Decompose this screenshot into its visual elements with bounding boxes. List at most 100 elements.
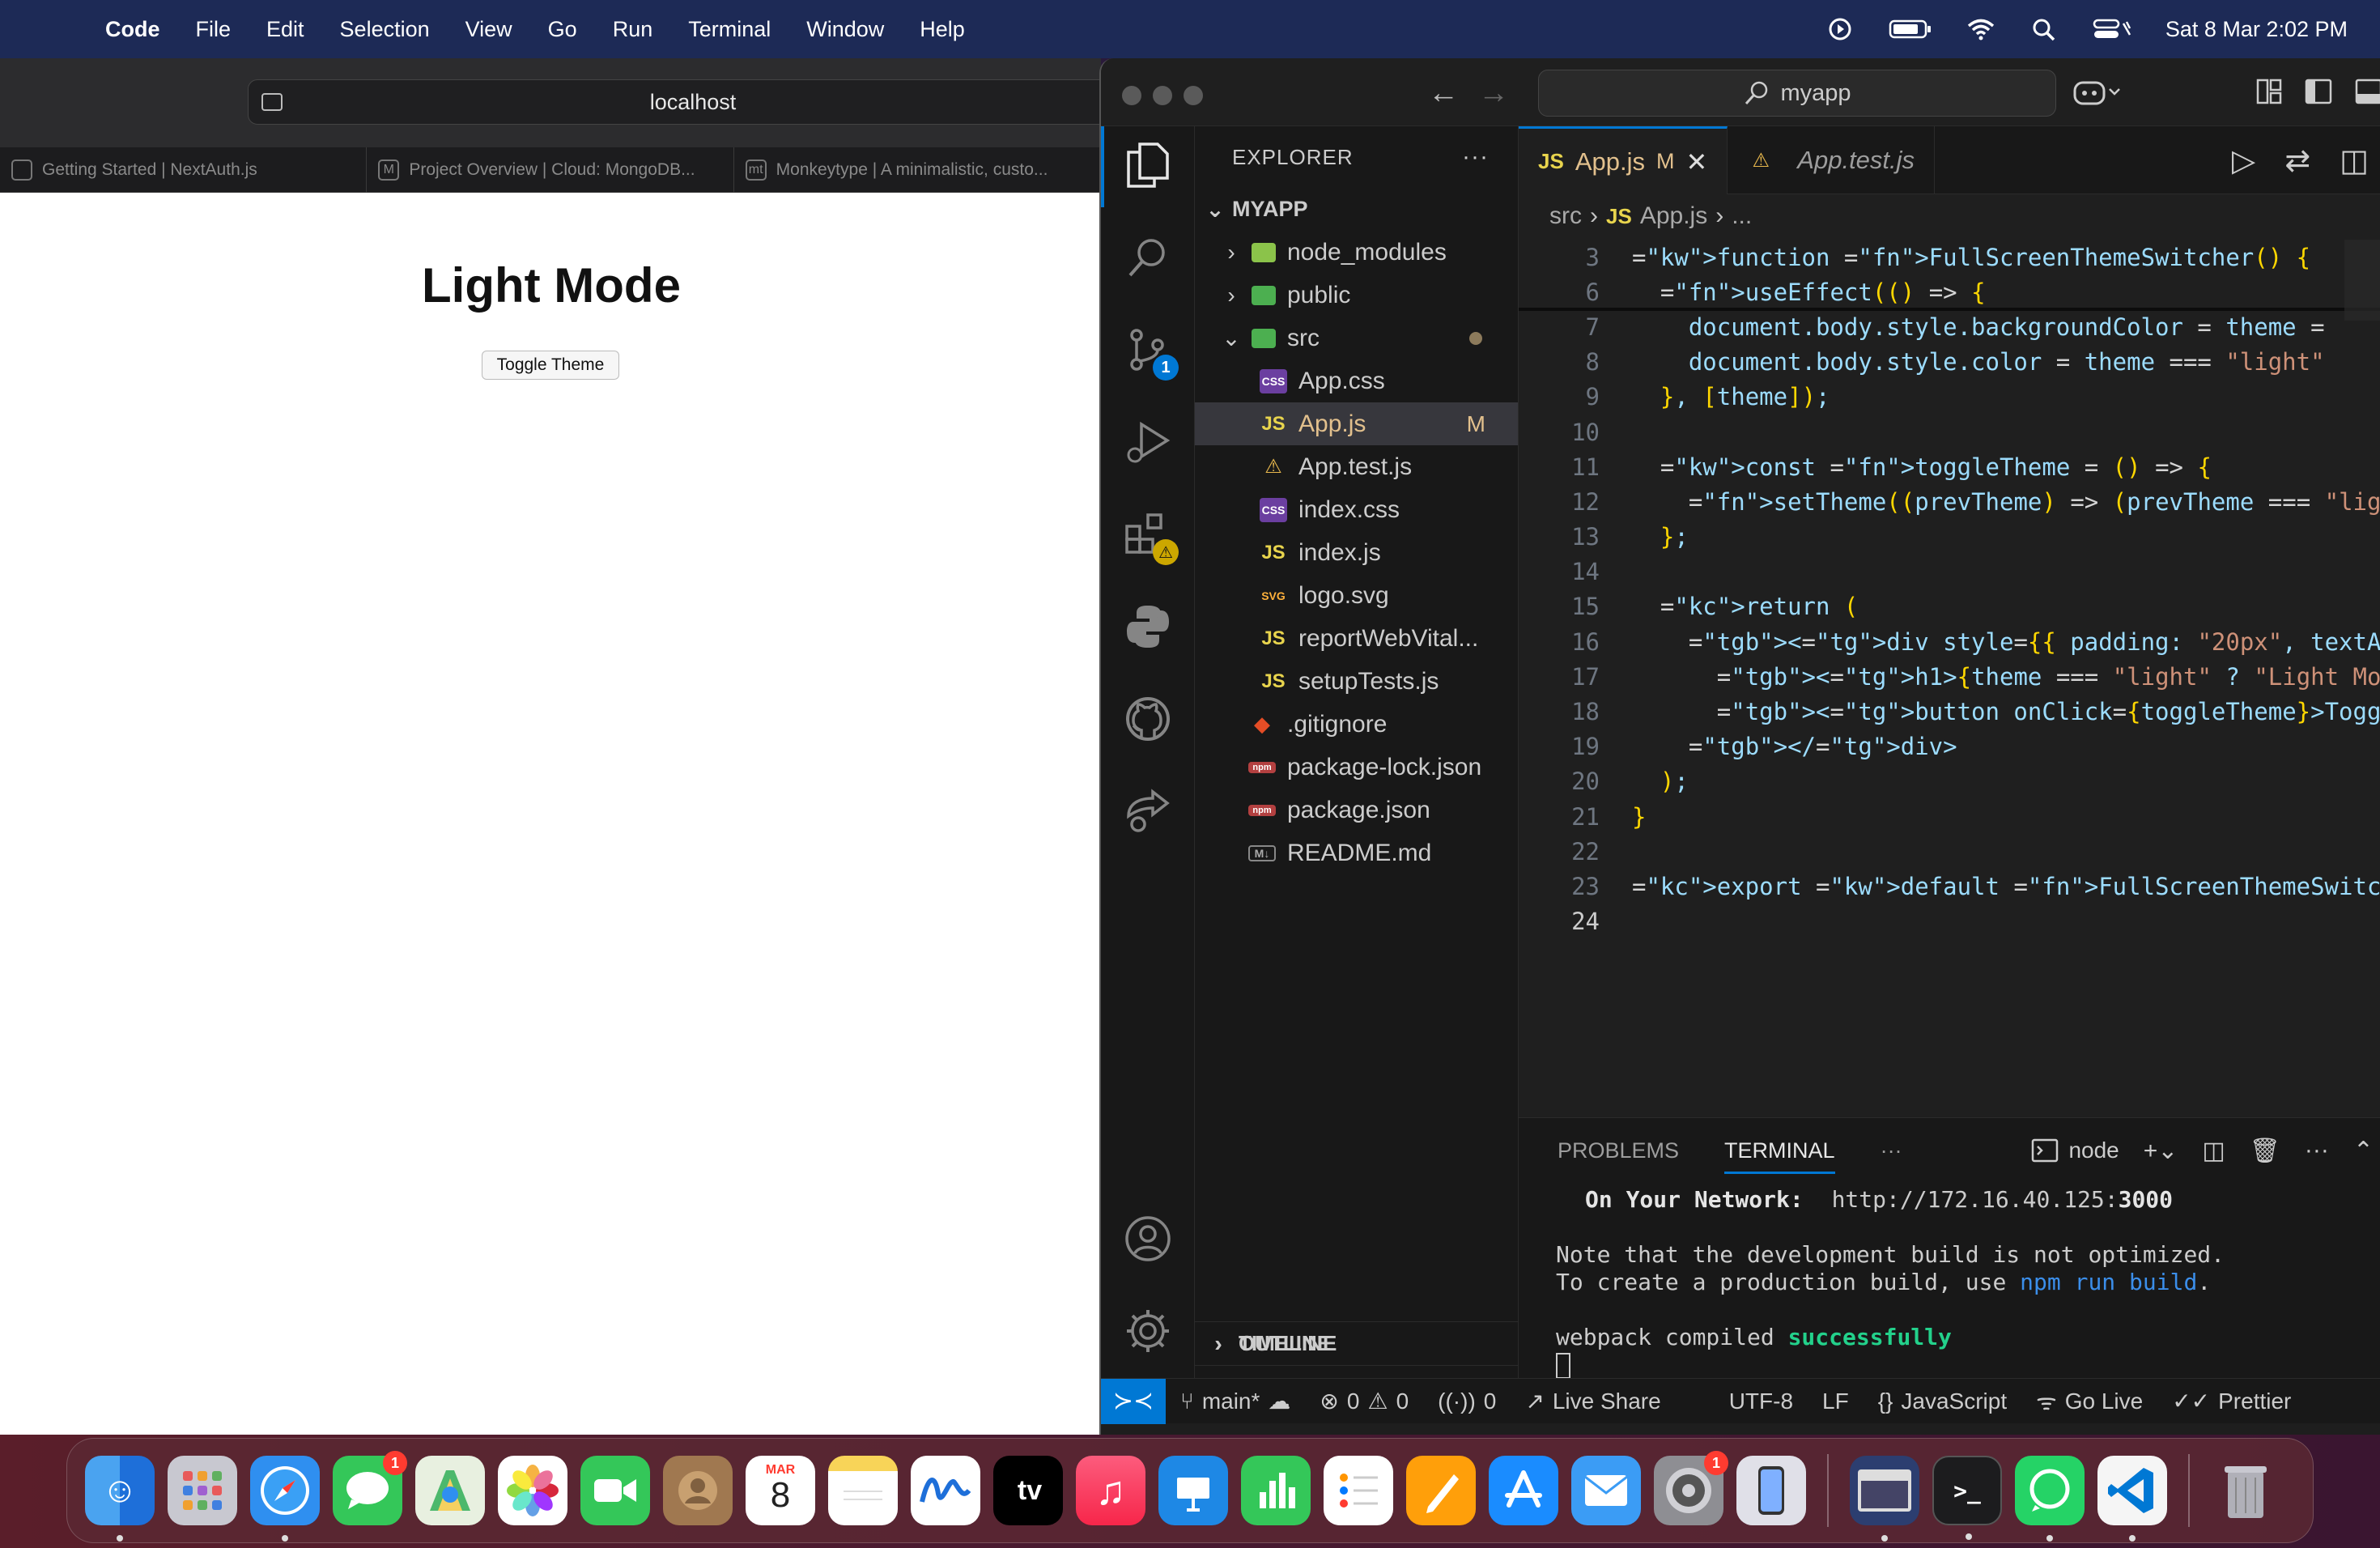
language-mode[interactable]: {} JavaScript: [1864, 1389, 2021, 1414]
menubar-clock[interactable]: Sat 8 Mar 2:02 PM: [2165, 17, 2348, 42]
eol-indicator[interactable]: LF: [1808, 1389, 1864, 1414]
timeline-section[interactable]: [1195, 1365, 1519, 1378]
accounts-icon[interactable]: [1122, 1213, 1174, 1265]
encoding-indicator[interactable]: UTF-8: [1715, 1389, 1808, 1414]
toggle-primary-sidebar-icon[interactable]: [2304, 78, 2333, 113]
mail-icon[interactable]: [1571, 1456, 1641, 1525]
tree-item[interactable]: JS reportWebVital...: [1195, 617, 1518, 660]
panel-more-icon[interactable]: ···: [1881, 1138, 1902, 1163]
trash-icon[interactable]: [2211, 1456, 2280, 1525]
new-terminal-icon[interactable]: +⌄: [2144, 1137, 2178, 1165]
calendar-icon[interactable]: MAR 8: [746, 1456, 815, 1525]
tree-item[interactable]: npm package.json: [1195, 789, 1518, 831]
system-settings-icon[interactable]: 1: [1654, 1451, 1728, 1525]
tab-app-test-js[interactable]: ⚠ App.test.js: [1728, 126, 1936, 194]
safari-icon[interactable]: [250, 1456, 320, 1542]
git-branch[interactable]: ⑂ main* ☁: [1166, 1388, 1305, 1414]
live-share-status[interactable]: ↗ Live Share: [1511, 1388, 1675, 1414]
explorer-files-icon[interactable]: [1122, 139, 1174, 191]
tree-item[interactable]: CSS App.css: [1195, 359, 1518, 402]
run-and-debug-icon[interactable]: [1122, 416, 1174, 468]
tree-item[interactable]: ⌄ src: [1195, 317, 1518, 359]
tree-item[interactable]: JS App.js M: [1195, 402, 1518, 445]
source-control-icon[interactable]: 1: [1122, 324, 1179, 381]
music-icon[interactable]: ♫: [1076, 1456, 1145, 1525]
browser-tab[interactable]: mt Monkeytype | A minimalistic, custo...: [734, 147, 1101, 193]
explorer-more-actions-icon[interactable]: ···: [1462, 143, 1489, 171]
toggle-theme-button[interactable]: Toggle Theme: [481, 351, 620, 380]
menu-edit[interactable]: Edit: [249, 17, 322, 42]
remote-indicator-icon[interactable]: ≻≺: [1101, 1378, 1166, 1424]
manage-gear-icon[interactable]: [1122, 1305, 1174, 1357]
address-bar[interactable]: localhost: [248, 79, 1138, 125]
terminal-output[interactable]: On Your Network: http://172.16.40.125:30…: [1519, 1186, 2380, 1379]
panel-overflow-icon[interactable]: ···: [2305, 1137, 2329, 1164]
tree-item[interactable]: JS index.js: [1195, 531, 1518, 574]
menu-go[interactable]: Go: [530, 17, 595, 42]
vscode-app-icon[interactable]: [2097, 1456, 2167, 1542]
menu-selection[interactable]: Selection: [322, 17, 448, 42]
extensions-icon[interactable]: ⚠: [1122, 508, 1179, 565]
menu-window[interactable]: Window: [788, 17, 902, 42]
forward-arrow-icon[interactable]: →: [1478, 76, 1509, 111]
copilot-icon[interactable]: [2072, 78, 2123, 114]
menu-view[interactable]: View: [448, 17, 530, 42]
search-view-icon[interactable]: [1122, 232, 1174, 283]
project-root[interactable]: ⌄ MYAPP: [1195, 188, 1518, 231]
apple-tv-icon[interactable]: tv: [993, 1456, 1063, 1525]
terminal-shell-icon[interactable]: node: [2031, 1138, 2119, 1163]
problems-indicator[interactable]: ⊗ 0 ⚠ 0: [1305, 1388, 1423, 1414]
back-arrow-icon[interactable]: ←: [1428, 76, 1459, 111]
split-terminal-icon[interactable]: ◫: [2202, 1137, 2225, 1165]
browser-tab[interactable]: Getting Started | NextAuth.js: [0, 147, 368, 193]
page-menu-icon[interactable]: [261, 93, 283, 111]
zoom-window-button[interactable]: [1184, 86, 1203, 105]
notes-icon[interactable]: [828, 1456, 898, 1525]
tree-item[interactable]: › node_modules: [1195, 231, 1518, 274]
app-store-icon[interactable]: [1489, 1456, 1558, 1525]
terminal-app-icon[interactable]: >_: [1932, 1456, 2002, 1540]
tab-problems[interactable]: PROBLEMS: [1558, 1138, 1679, 1163]
python-icon[interactable]: [1122, 601, 1174, 653]
toggle-panel-icon[interactable]: [2354, 78, 2380, 113]
control-center-icon[interactable]: [2093, 17, 2131, 41]
browser-tab[interactable]: M Project Overview | Cloud: MongoDB...: [367, 147, 734, 193]
whatsapp-icon[interactable]: [2015, 1456, 2085, 1542]
run-file-icon[interactable]: ▷: [2232, 142, 2255, 179]
screen-record-icon[interactable]: [1825, 17, 1855, 41]
timeline-section-header[interactable]: › TIMELINE: [1195, 1321, 1519, 1365]
tree-item[interactable]: ⚠ App.test.js: [1195, 445, 1518, 488]
tree-item[interactable]: CSS index.css: [1195, 488, 1518, 531]
open-changes-icon[interactable]: ⇄: [2284, 142, 2310, 179]
maps-icon[interactable]: [415, 1456, 485, 1525]
photos-icon[interactable]: [498, 1456, 567, 1525]
tree-item[interactable]: ◆ .gitignore: [1195, 703, 1518, 746]
github-icon[interactable]: [1122, 693, 1174, 745]
live-share-icon[interactable]: [1122, 785, 1174, 837]
kill-terminal-icon[interactable]: 🗑: [2250, 1137, 2280, 1165]
tree-item[interactable]: › public: [1195, 274, 1518, 317]
wifi-icon[interactable]: [1966, 17, 1995, 41]
breadcrumb-symbol[interactable]: ...: [1732, 202, 1752, 230]
numbers-icon[interactable]: [1241, 1456, 1311, 1525]
go-live-button[interactable]: ᯤ Go Live: [2021, 1386, 2157, 1417]
iphone-mirroring-icon[interactable]: [1736, 1456, 1806, 1525]
facetime-icon[interactable]: [580, 1456, 650, 1525]
maximize-panel-icon[interactable]: ⌃: [2353, 1137, 2374, 1165]
freeform-icon[interactable]: [911, 1456, 980, 1525]
spotlight-search-icon[interactable]: [2029, 17, 2059, 41]
finder-icon[interactable]: ☺: [85, 1456, 155, 1542]
tree-item[interactable]: M↓ README.md: [1195, 831, 1518, 874]
tree-item[interactable]: SVG logo.svg: [1195, 574, 1518, 617]
battery-icon[interactable]: [1889, 17, 1932, 41]
messages-icon[interactable]: 1: [333, 1451, 407, 1525]
contacts-icon[interactable]: [663, 1456, 733, 1525]
launchpad-icon[interactable]: [168, 1456, 237, 1525]
tab-app-js[interactable]: JS App.js M ✕: [1519, 126, 1728, 194]
split-editor-icon[interactable]: ◫: [2340, 142, 2369, 179]
menu-run[interactable]: Run: [595, 17, 671, 42]
prettier-status[interactable]: ✓✓ Prettier: [2157, 1388, 2306, 1414]
breadcrumb-folder[interactable]: src: [1549, 202, 1582, 230]
code-editor[interactable]: 3 ="kw">function ="fn">FullScreenThemeSwi…: [1519, 240, 2380, 939]
tab-terminal[interactable]: TERMINAL: [1724, 1138, 1835, 1174]
